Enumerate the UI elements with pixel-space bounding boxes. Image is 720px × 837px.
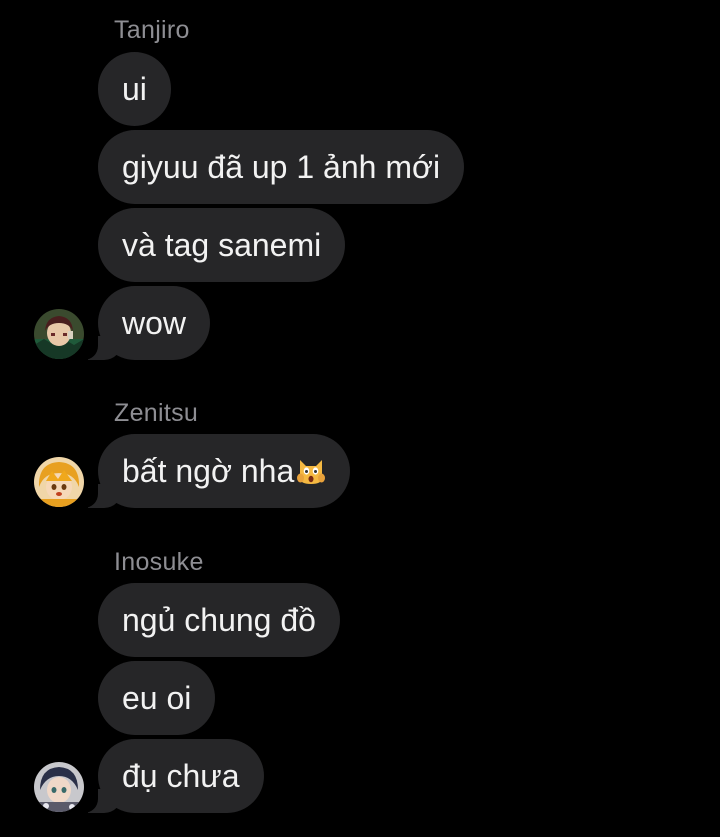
message-text: ui	[122, 71, 147, 107]
message-text: ngủ chung đồ	[122, 602, 316, 638]
message-text-body: bất ngờ nha	[122, 453, 295, 489]
message-bubble[interactable]: đụ chưa	[74, 739, 264, 813]
message-bubble[interactable]: bất ngờ nha	[73, 434, 351, 508]
message-text: eu oi	[122, 680, 192, 716]
tanjiro-avatar[interactable]	[34, 309, 84, 359]
zenitsu-avatar[interactable]	[34, 457, 84, 507]
message-bubble[interactable]: và tag sanemi	[98, 208, 346, 282]
message-bubble[interactable]: ngủ chung đồ	[98, 583, 340, 657]
message-text: đụ chưa	[122, 758, 240, 794]
message-text: wow	[122, 305, 187, 341]
message-text: và tag sanemi	[122, 227, 322, 263]
message-bubble[interactable]: giyuu đã up 1 ảnh mới	[98, 130, 465, 204]
sender-name-inosuke: Inosuke	[114, 548, 204, 576]
message-text: bất ngờ nha	[122, 453, 326, 489]
sender-name-tanjiro: Tanjiro	[114, 16, 190, 44]
message-bubble[interactable]: eu oi	[98, 661, 216, 735]
screaming-cat-emoji-icon	[297, 460, 326, 484]
sender-name-zenitsu: Zenitsu	[114, 399, 199, 427]
message-text: giyuu đã up 1 ảnh mới	[122, 149, 441, 185]
inosuke-avatar[interactable]	[34, 762, 84, 812]
message-bubble[interactable]: ui	[98, 52, 171, 126]
message-bubble[interactable]: wow	[73, 286, 211, 360]
